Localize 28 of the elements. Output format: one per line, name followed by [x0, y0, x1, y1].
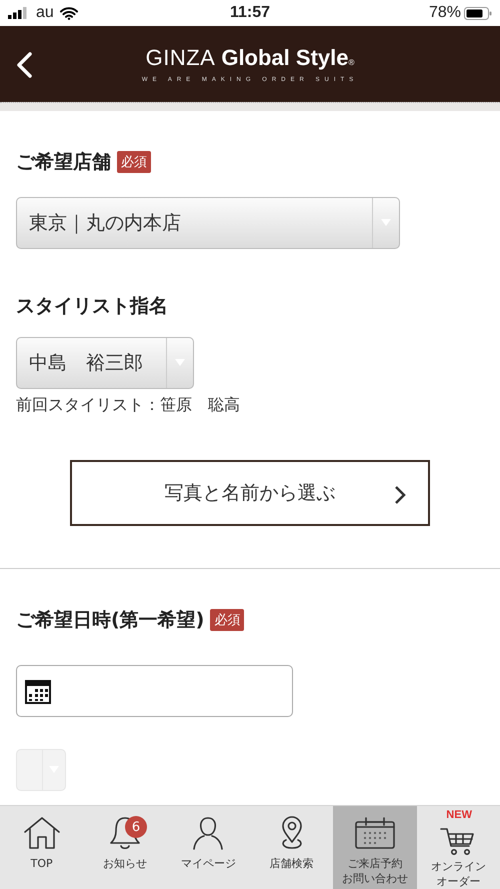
- carrier-name: au: [36, 4, 54, 22]
- required-tag: 必須: [210, 609, 244, 631]
- tab-bar-item[interactable]: NEW オンライン オーダー: [416, 806, 500, 889]
- stylist-select[interactable]: 中島 裕三郎: [16, 337, 194, 389]
- chevron-right-icon: [394, 485, 406, 505]
- battery-percent: 78%: [428, 4, 461, 22]
- store-select[interactable]: 東京｜丸の内本店: [16, 197, 400, 249]
- battery-icon: [464, 6, 492, 20]
- previous-stylist-text: 前回スタイリスト：笹原 聡高: [16, 395, 241, 416]
- new-label: NEW: [446, 809, 472, 821]
- tab-bar-item[interactable]: ご来店予約 お問い合わせ: [333, 806, 417, 889]
- section-title: スタイリスト指名: [16, 294, 168, 319]
- tab-bar-item[interactable]: お知らせ 6: [83, 806, 167, 889]
- date-field[interactable]: [16, 665, 293, 717]
- choose-stylist-button[interactable]: 写真と名前から選ぶ: [70, 460, 430, 526]
- home-icon: [22, 815, 62, 851]
- calendar-icon: [354, 816, 396, 850]
- notification-badge: 6: [124, 816, 147, 838]
- section-title: ご希望日時(第一希望): [16, 608, 204, 633]
- brand-logo: GINZA Global Style®: [146, 45, 354, 71]
- wifi-icon: [60, 6, 78, 20]
- tab-bar-item[interactable]: TOP: [0, 806, 84, 889]
- section-title: ご希望店舗: [16, 150, 111, 175]
- clock-time: 11:57: [230, 4, 270, 22]
- tab-bar-item[interactable]: マイページ: [166, 806, 250, 889]
- required-tag: 必須: [117, 151, 151, 173]
- calendar-icon: [25, 678, 51, 704]
- tab-bar-item[interactable]: 店舗検索: [250, 806, 334, 889]
